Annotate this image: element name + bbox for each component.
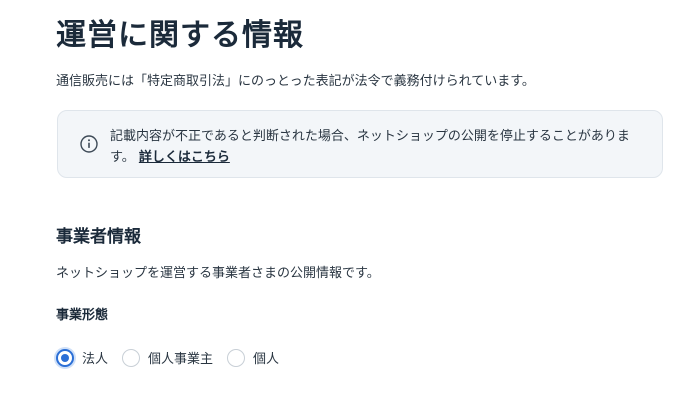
notice-box: 記載内容が不正であると判断された場合、ネットショップの公開を停止することがありま…: [57, 110, 663, 178]
section-title-business-info: 事業者情報: [56, 227, 141, 247]
page: 運営に関する情報 通信販売には「特定商取引法」にのっとった表記が法令で義務付けら…: [0, 0, 700, 399]
radio-option-sole-proprietor[interactable]: 個人事業主: [122, 348, 213, 367]
intro-text: 通信販売には「特定商取引法」にのっとった表記が法令で義務付けられています。: [56, 74, 535, 89]
radio-label-corporation: 法人: [82, 352, 109, 367]
radio-button-sole-proprietor[interactable]: [122, 348, 141, 367]
notice-text: 記載内容が不正であると判断された場合、ネットショップの公開を停止することがありま…: [110, 126, 650, 168]
business-type-label: 事業形態: [56, 308, 109, 323]
details-link[interactable]: 詳しくはこちら: [139, 150, 230, 165]
radio-option-individual[interactable]: 個人: [227, 348, 279, 367]
page-title: 運営に関する情報: [56, 18, 304, 53]
info-icon: [80, 135, 98, 153]
section-description: ネットショップを運営する事業者さまの公開情報です。: [56, 266, 380, 281]
business-type-radio-group: 法人 個人事業主 個人: [56, 348, 293, 367]
radio-option-corporation[interactable]: 法人: [56, 348, 108, 367]
radio-button-corporation[interactable]: [56, 348, 74, 367]
radio-label-individual: 個人: [253, 352, 280, 367]
radio-button-individual[interactable]: [227, 348, 246, 367]
radio-label-sole-proprietor: 個人事業主: [148, 352, 214, 367]
